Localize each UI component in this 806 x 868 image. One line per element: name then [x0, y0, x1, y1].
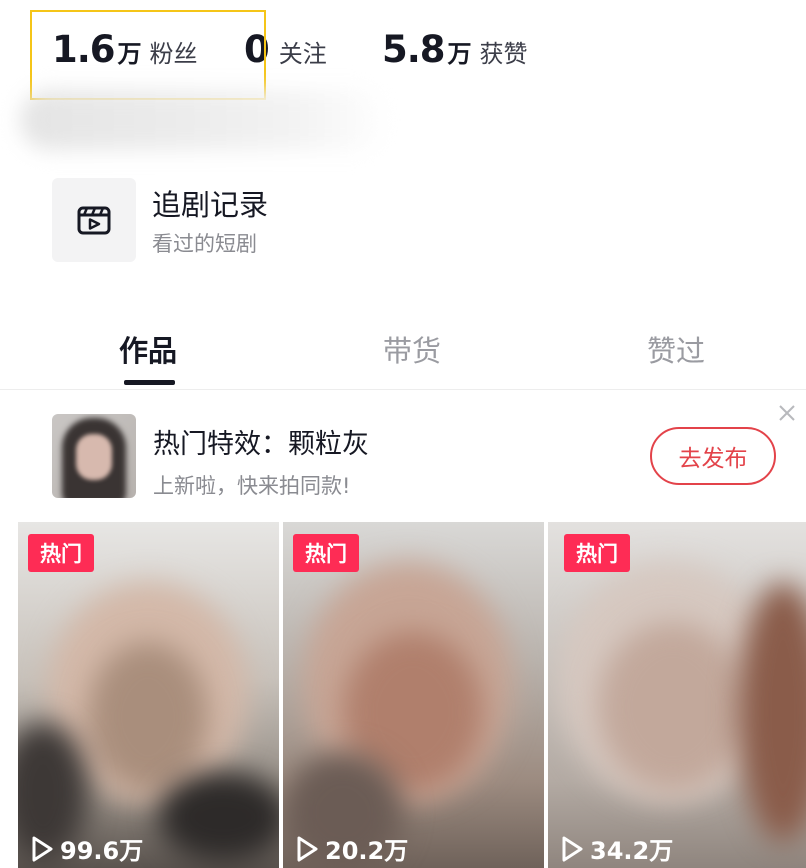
likes-stat[interactable]: 5.8 万 获赞 [382, 28, 528, 71]
drama-record-title: 追剧记录 [152, 188, 269, 222]
tab-goods[interactable]: 带货 [383, 328, 441, 370]
blurred-bio [20, 90, 390, 150]
tab-liked[interactable]: 赞过 [647, 328, 705, 370]
active-tab-indicator [124, 380, 175, 385]
following-label: 关注 [278, 40, 327, 68]
hot-badge: 热门 [564, 534, 630, 572]
play-count-value: 20.2万 [325, 837, 409, 865]
effect-promo-banner[interactable]: 热门特效：颗粒灰 上新啦，快来拍同款! 去发布 [0, 400, 806, 510]
fans-highlight-box [30, 10, 266, 100]
publish-button[interactable]: 去发布 [650, 427, 776, 485]
close-icon[interactable] [776, 402, 798, 424]
drama-record-entry[interactable]: 追剧记录 看过的短剧 [52, 178, 452, 264]
effect-title: 热门特效：颗粒灰 [153, 429, 369, 460]
play-count: 99.6万 [30, 831, 143, 866]
play-count-value: 99.6万 [60, 837, 144, 865]
video-thumbnail[interactable]: 热门 99.6万 [18, 522, 279, 868]
video-thumbnail[interactable]: 热门 20.2万 [283, 522, 544, 868]
clapperboard-play-icon [52, 178, 136, 262]
effect-thumbnail [52, 414, 136, 498]
likes-label: 获赞 [479, 40, 528, 68]
effect-subtitle: 上新啦，快来拍同款! [153, 474, 351, 498]
likes-count-unit: 万 [447, 40, 472, 68]
video-grid: 热门 99.6万 热门 20.2万 热门 34.2万 [18, 522, 806, 868]
video-thumbnail[interactable]: 热门 34.2万 [548, 522, 806, 868]
play-count: 20.2万 [295, 831, 408, 866]
play-icon [562, 836, 583, 861]
likes-count: 5.8 [382, 28, 446, 71]
play-icon [297, 836, 318, 861]
play-icon [32, 836, 53, 861]
play-count-value: 34.2万 [590, 837, 674, 865]
play-count: 34.2万 [560, 831, 673, 866]
content-tabs: 作品 带货 赞过 [0, 310, 806, 390]
drama-record-subtitle: 看过的短剧 [152, 232, 257, 256]
tab-works[interactable]: 作品 [119, 328, 177, 370]
profile-stats: 1.6 万 粉丝 0 关注 5.8 万 获赞 [0, 0, 806, 150]
hot-badge: 热门 [28, 534, 94, 572]
hot-badge: 热门 [293, 534, 359, 572]
